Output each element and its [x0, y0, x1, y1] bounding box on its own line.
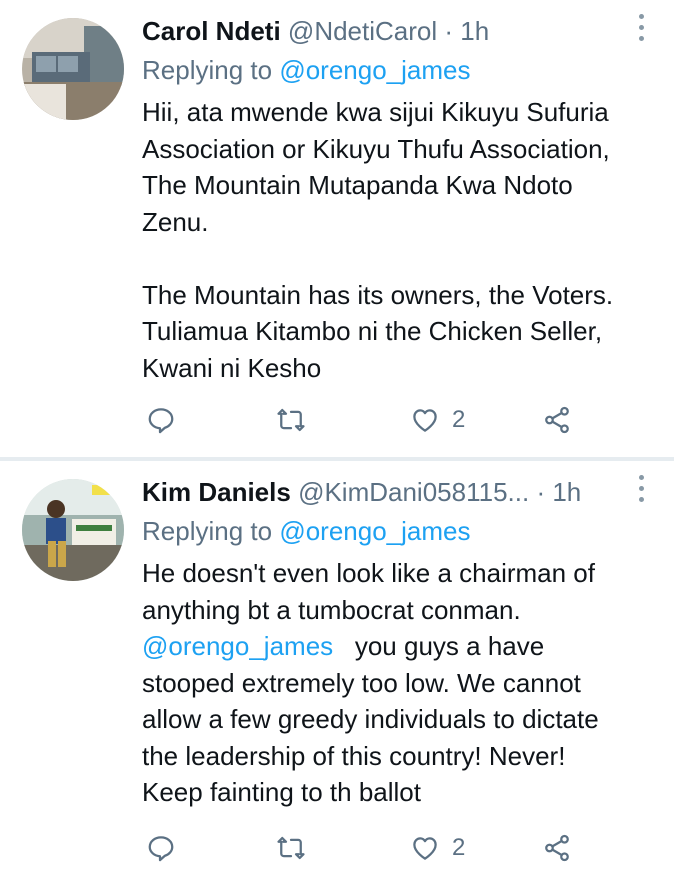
tweet-line: anything bt a tumbocrat conman.: [142, 594, 521, 625]
retweet-icon: [277, 408, 305, 432]
like-icon: [413, 837, 437, 860]
avatar[interactable]: [22, 18, 124, 120]
author-name[interactable]: Carol Ndeti: [142, 16, 281, 46]
tweet-text: He doesn't even look like a chairman of a…: [142, 555, 662, 811]
tweet-line-rest: you guys a have: [354, 631, 545, 661]
like-count: 2: [452, 406, 466, 433]
replying-mention[interactable]: @orengo_james: [279, 55, 470, 85]
tweet-line: Hii, ata mwende kwa sijui Kikuyu Sufuria: [142, 97, 609, 127]
retweet-icon: [277, 836, 305, 860]
reply-icon: [148, 836, 174, 862]
retweet-button[interactable]: [276, 400, 306, 440]
tweet-actions: 2: [142, 400, 602, 440]
tweet-line: The Mountain Mutapanda Kwa Ndoto: [142, 170, 573, 200]
like-count: 2: [452, 834, 466, 861]
tweet-actions: 2: [142, 828, 602, 868]
more-icon[interactable]: [638, 14, 646, 44]
tweet-line: Association or Kikuyu Thufu Association,: [142, 133, 610, 164]
tweet[interactable]: Kim Daniels @KimDani058115... · 1h Reply…: [0, 461, 674, 883]
share-icon: [545, 406, 569, 434]
tweet-line: stooped extremely too low. We cannot: [142, 667, 581, 698]
tweet-line: Zenu.: [142, 206, 209, 237]
like-icon: [413, 409, 437, 432]
author-handle[interactable]: @NdetiCarol: [288, 16, 437, 46]
tweet-line: The Mountain has its owners, the Voters.: [142, 279, 614, 310]
tweet-line: Kwani ni Kesho: [142, 352, 322, 383]
tweet[interactable]: Carol Ndeti @NdetiCarol · 1h Replying to…: [0, 0, 674, 458]
retweet-button[interactable]: [276, 828, 306, 868]
timestamp[interactable]: · 1h: [536, 477, 581, 507]
author-name[interactable]: Kim Daniels: [142, 477, 291, 507]
tweet-line: @orengo_james you guys a have: [142, 628, 662, 665]
share-icon: [545, 834, 569, 862]
replying-mention[interactable]: @orengo_james: [279, 516, 470, 546]
replying-label: Replying to: [142, 516, 280, 546]
like-button[interactable]: 2: [410, 828, 465, 868]
reply-button[interactable]: [146, 828, 176, 868]
share-button[interactable]: [542, 828, 572, 868]
tweet-line: He doesn't even look like a chairman of: [142, 558, 595, 588]
replying-to: Replying to @orengo_james: [142, 515, 470, 547]
replying-label: Replying to: [142, 55, 280, 85]
reply-button[interactable]: [146, 400, 176, 440]
like-button[interactable]: 2: [410, 400, 465, 440]
tweet-line: Tuliamua Kitambo ni the Chicken Seller,: [142, 316, 603, 346]
tweet-line: [142, 240, 662, 277]
replying-to: Replying to @orengo_james: [142, 54, 470, 86]
avatar[interactable]: [22, 479, 124, 581]
tweet-line: the leadership of this country! Never!: [142, 740, 566, 771]
share-button[interactable]: [542, 400, 572, 440]
more-icon[interactable]: [638, 475, 646, 505]
tweet-line: allow a few greedy individuals to dictat…: [142, 704, 599, 734]
reply-icon: [148, 408, 174, 434]
timestamp[interactable]: · 1h: [444, 16, 489, 46]
tweet-line: Keep fainting to th ballot: [142, 777, 421, 807]
author-handle[interactable]: @KimDani058115...: [298, 477, 529, 507]
inline-mention[interactable]: @orengo_james: [142, 631, 333, 661]
tweet-text: Hii, ata mwende kwa sijui Kikuyu Sufuria…: [142, 94, 662, 386]
